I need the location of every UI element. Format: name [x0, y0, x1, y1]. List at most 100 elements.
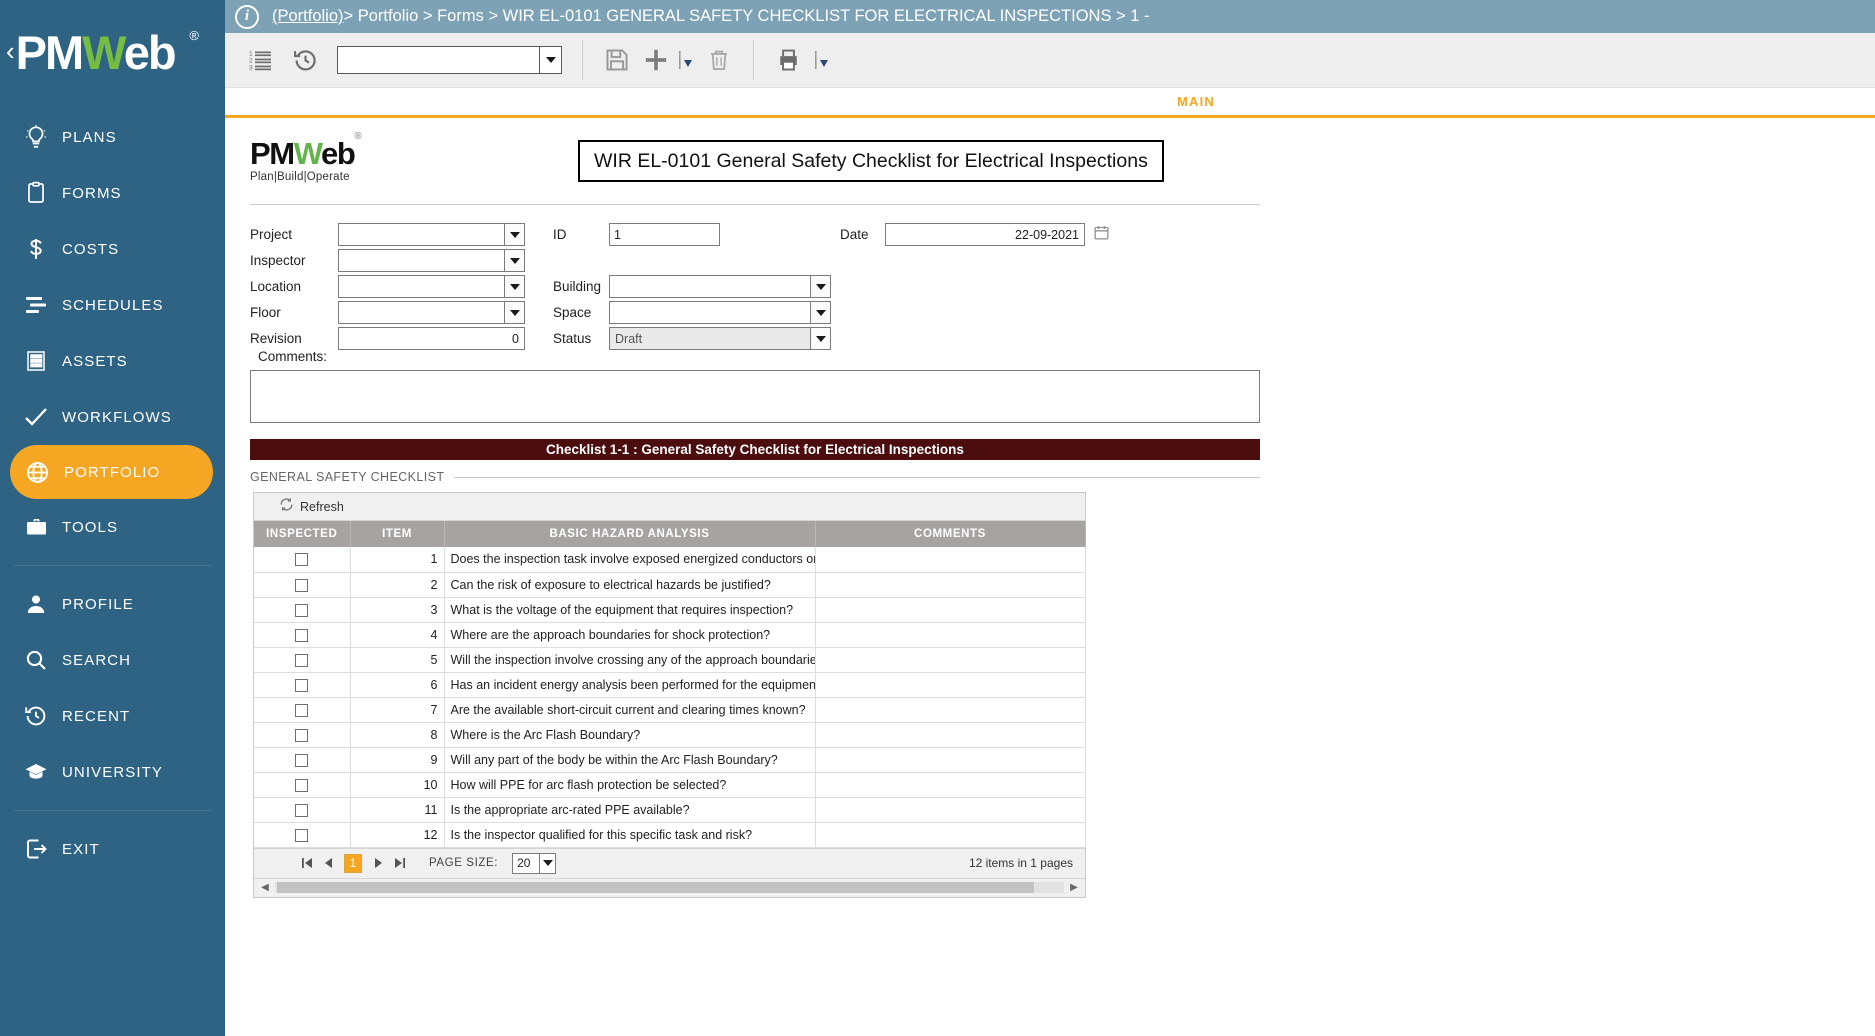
table-row[interactable]: 5 Will the inspection involve crossing an…	[254, 647, 1086, 673]
chevron-down-icon[interactable]	[504, 250, 524, 271]
table-row[interactable]: 12 Is the inspector qualified for this sp…	[254, 822, 1086, 848]
table-row[interactable]: 9 Will any part of the body be within the…	[254, 747, 1086, 773]
scroll-left-icon[interactable]: ◀	[258, 882, 272, 893]
page-last-icon[interactable]	[392, 854, 407, 872]
cell-comments[interactable]	[815, 747, 1086, 773]
history-clock-icon[interactable]	[283, 39, 327, 81]
location-dropdown[interactable]	[338, 275, 525, 298]
project-dropdown[interactable]	[338, 223, 525, 246]
table-row[interactable]: 3 What is the voltage of the equipment th…	[254, 597, 1086, 623]
table-row[interactable]: 6 Has an incident energy analysis been pe…	[254, 672, 1086, 698]
table-row[interactable]: 10 How will PPE for arc flash protection …	[254, 772, 1086, 798]
sidebar-item-exit[interactable]: EXIT	[0, 821, 225, 877]
inspected-checkbox[interactable]	[295, 578, 309, 592]
save-button[interactable]	[595, 39, 639, 81]
page-number-1[interactable]: 1	[344, 853, 362, 873]
table-row[interactable]: 11 Is the appropriate arc-rated PPE avail…	[254, 797, 1086, 823]
print-button[interactable]	[766, 39, 810, 81]
table-row[interactable]: 4 Where are the approach boundaries for s…	[254, 622, 1086, 648]
table-row[interactable]: 7 Are the available short-circuit current…	[254, 697, 1086, 723]
delete-button[interactable]	[697, 39, 741, 81]
sidebar-item-schedules[interactable]: SCHEDULES	[0, 277, 225, 333]
column-header-comments[interactable]: COMMENTS	[815, 521, 1086, 547]
info-icon[interactable]: i	[235, 4, 259, 29]
chevron-down-icon[interactable]	[810, 276, 830, 297]
inspected-checkbox[interactable]	[295, 828, 309, 842]
chevron-down-icon[interactable]	[504, 302, 524, 323]
id-input[interactable]: 1	[609, 223, 720, 246]
calendar-icon[interactable]	[1093, 224, 1110, 246]
cell-comments[interactable]	[815, 547, 1086, 573]
sidebar-item-workflows[interactable]: WORKFLOWS	[0, 389, 225, 445]
chevron-down-icon[interactable]	[539, 853, 555, 873]
column-header-item[interactable]: ITEM	[350, 521, 445, 547]
cell-comments[interactable]	[815, 722, 1086, 748]
table-row[interactable]: 8 Where is the Arc Flash Boundary?	[254, 722, 1086, 748]
sidebar-item-forms[interactable]: FORMS	[0, 165, 225, 221]
refresh-icon[interactable]	[279, 497, 294, 517]
cell-comments[interactable]	[815, 797, 1086, 823]
table-row[interactable]: 2 Can the risk of exposure to electrical …	[254, 572, 1086, 598]
print-dropdown-button[interactable]	[810, 39, 832, 81]
cell-comments[interactable]	[815, 672, 1086, 698]
tab-main[interactable]: MAIN	[1177, 94, 1215, 109]
page-next-icon[interactable]	[371, 854, 386, 872]
scroll-track[interactable]	[275, 882, 1064, 893]
sidebar-item-profile[interactable]: PROFILE	[0, 576, 225, 632]
inspected-checkbox[interactable]	[295, 703, 309, 717]
scroll-right-icon[interactable]: ▶	[1067, 882, 1081, 893]
floor-dropdown[interactable]	[338, 301, 525, 324]
sidebar-item-tools[interactable]: TOOLS	[0, 499, 225, 555]
sidebar-item-recent[interactable]: RECENT	[0, 688, 225, 744]
space-dropdown[interactable]	[609, 301, 831, 324]
cell-comments[interactable]	[815, 572, 1086, 598]
breadcrumb-root-link[interactable]: (Portfolio)	[272, 7, 344, 26]
add-dropdown-button[interactable]	[673, 39, 697, 81]
sidebar-collapse-chevron-icon[interactable]: ‹	[6, 38, 15, 64]
sidebar-item-costs[interactable]: COSTS	[0, 221, 225, 277]
refresh-button-label[interactable]: Refresh	[300, 500, 344, 514]
scroll-thumb[interactable]	[277, 882, 1035, 893]
inspected-checkbox[interactable]	[295, 778, 309, 792]
chevron-down-icon[interactable]	[504, 276, 524, 297]
numbered-list-icon[interactable]: 1 2 3	[239, 39, 283, 81]
chevron-down-icon[interactable]	[810, 302, 830, 323]
cell-comments[interactable]	[815, 597, 1086, 623]
chevron-down-icon[interactable]	[504, 224, 524, 245]
inspected-checkbox[interactable]	[295, 753, 309, 767]
table-row[interactable]: 1 Does the inspection task involve expose…	[254, 547, 1086, 573]
record-select[interactable]	[337, 46, 562, 74]
cell-comments[interactable]	[815, 822, 1086, 848]
sidebar-item-search[interactable]: SEARCH	[0, 632, 225, 688]
inspected-checkbox[interactable]	[295, 728, 309, 742]
inspected-checkbox[interactable]	[295, 628, 309, 642]
page-size-dropdown[interactable]: 20	[512, 852, 557, 874]
inspected-checkbox[interactable]	[295, 553, 309, 567]
sidebar-item-plans[interactable]: PLANS	[0, 109, 225, 165]
sidebar-item-assets[interactable]: ASSETS	[0, 333, 225, 389]
cell-comments[interactable]	[815, 697, 1086, 723]
page-prev-icon[interactable]	[320, 854, 335, 872]
cell-comments[interactable]	[815, 772, 1086, 798]
status-dropdown[interactable]: Draft	[609, 327, 831, 350]
inspected-checkbox[interactable]	[295, 803, 309, 817]
date-input[interactable]: 22-09-2021	[885, 223, 1085, 246]
cell-comments[interactable]	[815, 647, 1086, 673]
chevron-down-icon[interactable]	[539, 47, 561, 73]
inspector-dropdown[interactable]	[338, 249, 525, 272]
inspected-checkbox[interactable]	[295, 603, 309, 617]
column-header-inspected[interactable]: INSPECTED	[254, 521, 351, 547]
inspected-checkbox[interactable]	[295, 678, 309, 692]
revision-input[interactable]: 0	[338, 327, 525, 350]
inspected-checkbox[interactable]	[295, 653, 309, 667]
grid-horizontal-scrollbar[interactable]: ◀ ▶	[254, 877, 1085, 897]
column-header-basic-hazard-analysis[interactable]: BASIC HAZARD ANALYSIS	[444, 521, 816, 547]
chevron-down-icon[interactable]	[810, 328, 830, 349]
sidebar-item-university[interactable]: UNIVERSITY	[0, 744, 225, 800]
sidebar-brand[interactable]: ‹ PMWeb ®	[0, 0, 225, 105]
cell-comments[interactable]	[815, 622, 1086, 648]
comments-textarea[interactable]	[250, 370, 1260, 423]
add-button[interactable]	[639, 39, 673, 81]
building-dropdown[interactable]	[609, 275, 831, 298]
sidebar-item-portfolio[interactable]: PORTFOLIO	[10, 445, 213, 499]
